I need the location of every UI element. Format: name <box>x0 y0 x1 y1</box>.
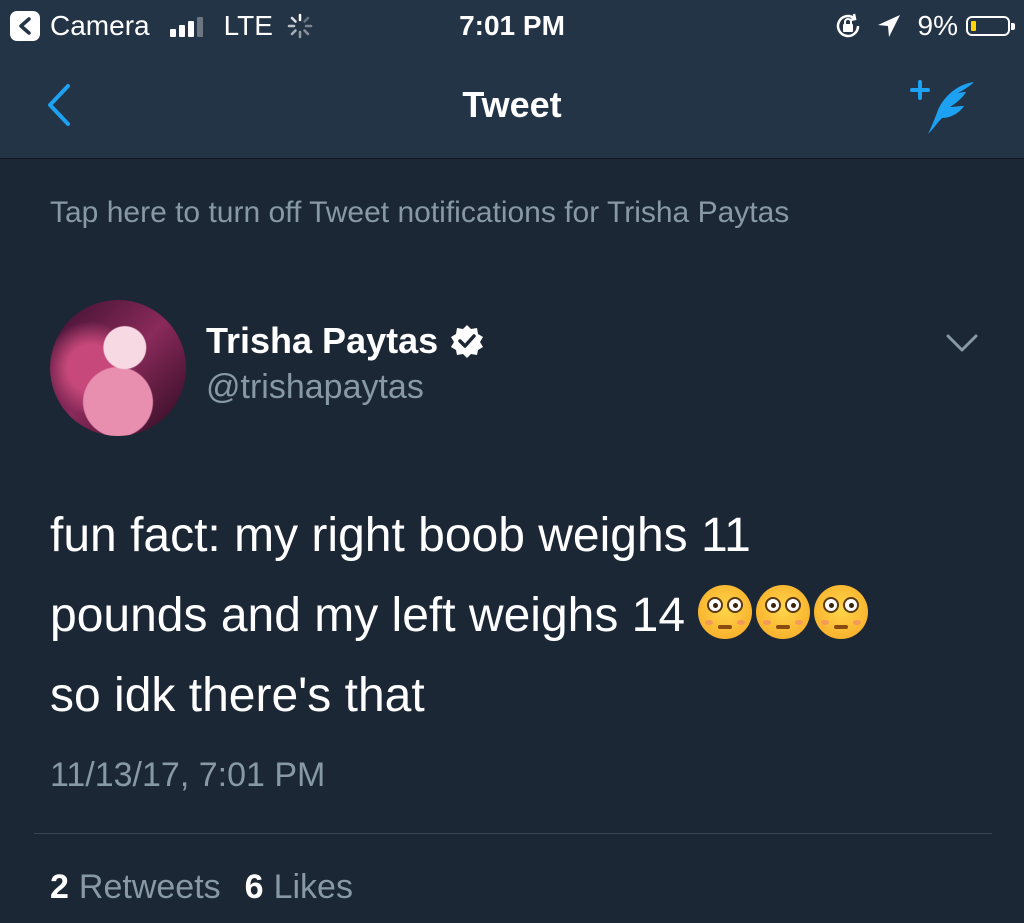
retweets-label[interactable]: Retweets <box>79 868 221 907</box>
header: Camera LTE 7:01 PM 9% Tweet <box>0 0 1024 159</box>
flushed-face-emoji-icon <box>698 585 753 639</box>
page-title: Tweet <box>462 84 562 125</box>
author-name-row[interactable]: Trisha Paytas <box>206 320 484 362</box>
tweet-stats: 2 Retweets 6 Likes <box>50 868 377 907</box>
avatar[interactable] <box>50 300 186 436</box>
notification-toggle-banner[interactable]: Tap here to turn off Tweet notifications… <box>50 196 789 230</box>
tweet-timestamp: 11/13/17, 7:01 PM <box>50 756 326 794</box>
divider <box>34 833 992 834</box>
location-arrow-icon <box>877 15 900 37</box>
battery-icon <box>966 16 1015 36</box>
retweets-stat[interactable]: 2 Retweets <box>50 868 221 907</box>
tweet-line: pounds and my left weighs 14 <box>50 589 686 642</box>
likes-count[interactable]: 6 <box>245 868 264 907</box>
author-handle[interactable]: @trishapaytas <box>206 368 424 407</box>
verified-badge-icon <box>451 325 484 358</box>
tweet-line: so idk there's that <box>50 669 425 722</box>
tweet-text: fun fact: my right boob weighs 11 pounds… <box>50 496 970 736</box>
flushed-face-emoji-icon <box>756 585 811 639</box>
author-name[interactable]: Trisha Paytas <box>206 320 438 362</box>
likes-stat[interactable]: 6 Likes <box>245 868 353 907</box>
likes-label[interactable]: Likes <box>274 868 353 907</box>
orientation-lock-icon <box>836 13 859 38</box>
status-right: 9% <box>834 8 1015 44</box>
status-bar: Camera LTE 7:01 PM 9% <box>0 0 1024 52</box>
battery-percentage: 9% <box>917 10 958 41</box>
compose-tweet-icon[interactable] <box>908 76 980 138</box>
chevron-down-icon[interactable] <box>944 330 980 356</box>
tweet-line-with-emoji: pounds and my left weighs 14 <box>50 576 970 656</box>
flushed-face-emoji-icon <box>814 585 869 639</box>
retweets-count[interactable]: 2 <box>50 868 69 907</box>
tweet-line: fun fact: my right boob weighs 11 <box>50 509 751 562</box>
